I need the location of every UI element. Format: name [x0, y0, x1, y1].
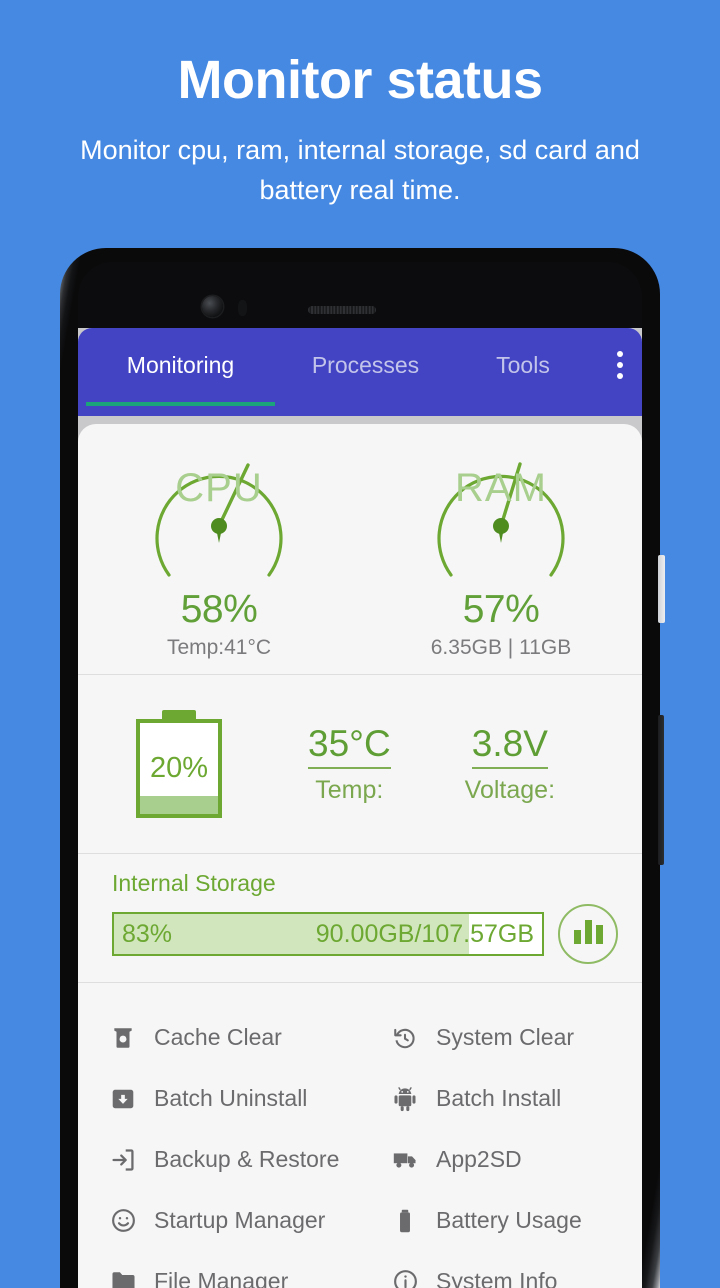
tool-file-manager[interactable]: File Manager	[78, 1251, 360, 1288]
android-robot-icon	[390, 1084, 420, 1114]
tool-row: Backup & Restore App	[78, 1129, 642, 1190]
backup-restore-icon	[108, 1145, 138, 1175]
folder-icon	[108, 1267, 138, 1288]
tool-row: File Manager System Info	[78, 1251, 642, 1288]
ram-gauge[interactable]: RAM 57% 6.35GB | 11GB	[360, 442, 642, 660]
cpu-percent: 58%	[181, 588, 258, 632]
battery-temp-label: Temp:	[308, 776, 391, 805]
tool-backup-restore[interactable]: Backup & Restore	[78, 1129, 360, 1190]
internal-storage-section: Internal Storage 83% 90.00GB/107.57GB	[78, 854, 642, 982]
gauge-arc-icon	[413, 442, 589, 594]
gauge-arc-icon	[131, 442, 307, 594]
internal-storage-row: 83% 90.00GB/107.57GB	[112, 904, 618, 964]
ram-percent: 57%	[463, 588, 540, 632]
tool-label: Backup & Restore	[154, 1146, 339, 1173]
gauges-section: CPU 58% Temp:41°C	[78, 424, 642, 674]
battery-temp-value: 35°C	[308, 723, 391, 769]
cpu-gauge-dial: CPU	[131, 442, 307, 594]
tool-label: System Info	[436, 1268, 557, 1288]
front-camera-icon	[202, 296, 223, 317]
smiley-icon	[108, 1206, 138, 1236]
internal-storage-title: Internal Storage	[112, 870, 618, 897]
content-card: CPU 58% Temp:41°C	[78, 424, 642, 1288]
battery-usage-icon	[390, 1206, 420, 1236]
tool-system-info[interactable]: System Info	[360, 1251, 642, 1288]
tool-row: Startup Manager Battery Usage	[78, 1190, 642, 1251]
bar	[574, 930, 581, 944]
cpu-temp: Temp:41°C	[167, 636, 271, 660]
bar-chart-icon[interactable]	[558, 904, 618, 964]
tool-batch-uninstall[interactable]: Batch Uninstall	[78, 1068, 360, 1129]
dot	[617, 373, 623, 379]
tool-startup-manager[interactable]: Startup Manager	[78, 1190, 360, 1251]
tool-label: Battery Usage	[436, 1207, 582, 1234]
tool-row: Cache Clear System Clear	[78, 1007, 642, 1068]
tool-label: Startup Manager	[154, 1207, 325, 1234]
tab-tools[interactable]: Tools	[448, 328, 598, 402]
tool-battery-usage[interactable]: Battery Usage	[360, 1190, 642, 1251]
storage-capacity: 90.00GB/107.57GB	[316, 920, 534, 949]
tool-label: Batch Uninstall	[154, 1085, 307, 1112]
system-clear-icon	[390, 1023, 420, 1053]
battery-section[interactable]: 20% 35°C Temp: 3.8V Voltage:	[78, 675, 642, 853]
ram-detail: 6.35GB | 11GB	[431, 636, 571, 660]
tab-monitoring[interactable]: Monitoring	[78, 328, 283, 402]
tool-label: File Manager	[154, 1268, 288, 1288]
volume-button[interactable]	[658, 715, 664, 865]
page-subtitle: Monitor cpu, ram, internal storage, sd c…	[0, 131, 720, 211]
batch-uninstall-icon	[108, 1084, 138, 1114]
proximity-sensor-icon	[238, 300, 247, 316]
tool-label: Cache Clear	[154, 1024, 282, 1051]
tab-tools-label: Tools	[496, 352, 550, 379]
bar	[585, 920, 592, 944]
truck-icon	[390, 1145, 420, 1175]
storage-progress-bar[interactable]: 83% 90.00GB/107.57GB	[112, 912, 544, 956]
battery-voltage-value: 3.8V	[472, 723, 548, 769]
battery-voltage-metric: 3.8V Voltage:	[465, 723, 555, 805]
ram-gauge-dial: RAM	[413, 442, 589, 594]
cpu-gauge[interactable]: CPU 58% Temp:41°C	[78, 442, 360, 660]
dot	[617, 362, 623, 368]
battery-temp-metric: 35°C Temp:	[308, 723, 391, 805]
cpu-gauge-name: CPU	[131, 466, 307, 511]
promo-header: Monitor status Monitor cpu, ram, interna…	[0, 0, 720, 211]
page-title: Monitor status	[0, 52, 720, 109]
more-vertical-icon[interactable]	[598, 328, 642, 402]
app-bar: Monitoring Processes Tools	[78, 328, 642, 416]
battery-body: 20%	[136, 719, 222, 818]
tools-section: Cache Clear System Clear	[78, 983, 642, 1288]
tool-label: App2SD	[436, 1146, 522, 1173]
ram-gauge-name: RAM	[413, 466, 589, 511]
phone-bezel: Monitoring Processes Tools	[78, 262, 642, 1288]
bar	[596, 925, 603, 944]
tab-processes[interactable]: Processes	[283, 328, 448, 402]
info-icon	[390, 1267, 420, 1288]
battery-metrics: 35°C Temp: 3.8V Voltage:	[308, 723, 555, 805]
battery-icon: 20%	[136, 710, 222, 818]
tab-monitoring-label: Monitoring	[127, 352, 234, 379]
cache-clear-icon	[108, 1023, 138, 1053]
dot	[617, 351, 623, 357]
tool-batch-install[interactable]: Batch Install	[360, 1068, 642, 1129]
tab-bar: Monitoring Processes Tools	[78, 328, 598, 402]
earpiece-speaker-icon	[308, 306, 376, 314]
tool-label: System Clear	[436, 1024, 574, 1051]
tool-app2sd[interactable]: App2SD	[360, 1129, 642, 1190]
tool-row: Batch Uninstall	[78, 1068, 642, 1129]
power-button[interactable]	[658, 555, 665, 623]
battery-voltage-label: Voltage:	[465, 776, 555, 805]
tool-cache-clear[interactable]: Cache Clear	[78, 1007, 360, 1068]
storage-percent: 83%	[122, 920, 172, 949]
tool-system-clear[interactable]: System Clear	[360, 1007, 642, 1068]
tab-processes-label: Processes	[312, 352, 419, 379]
app-screen: Monitoring Processes Tools	[78, 328, 642, 1288]
storage-bar-text: 83% 90.00GB/107.57GB	[114, 914, 542, 954]
battery-percent: 20%	[140, 723, 218, 814]
phone-mockup: Monitoring Processes Tools	[60, 248, 660, 1288]
tool-label: Batch Install	[436, 1085, 561, 1112]
